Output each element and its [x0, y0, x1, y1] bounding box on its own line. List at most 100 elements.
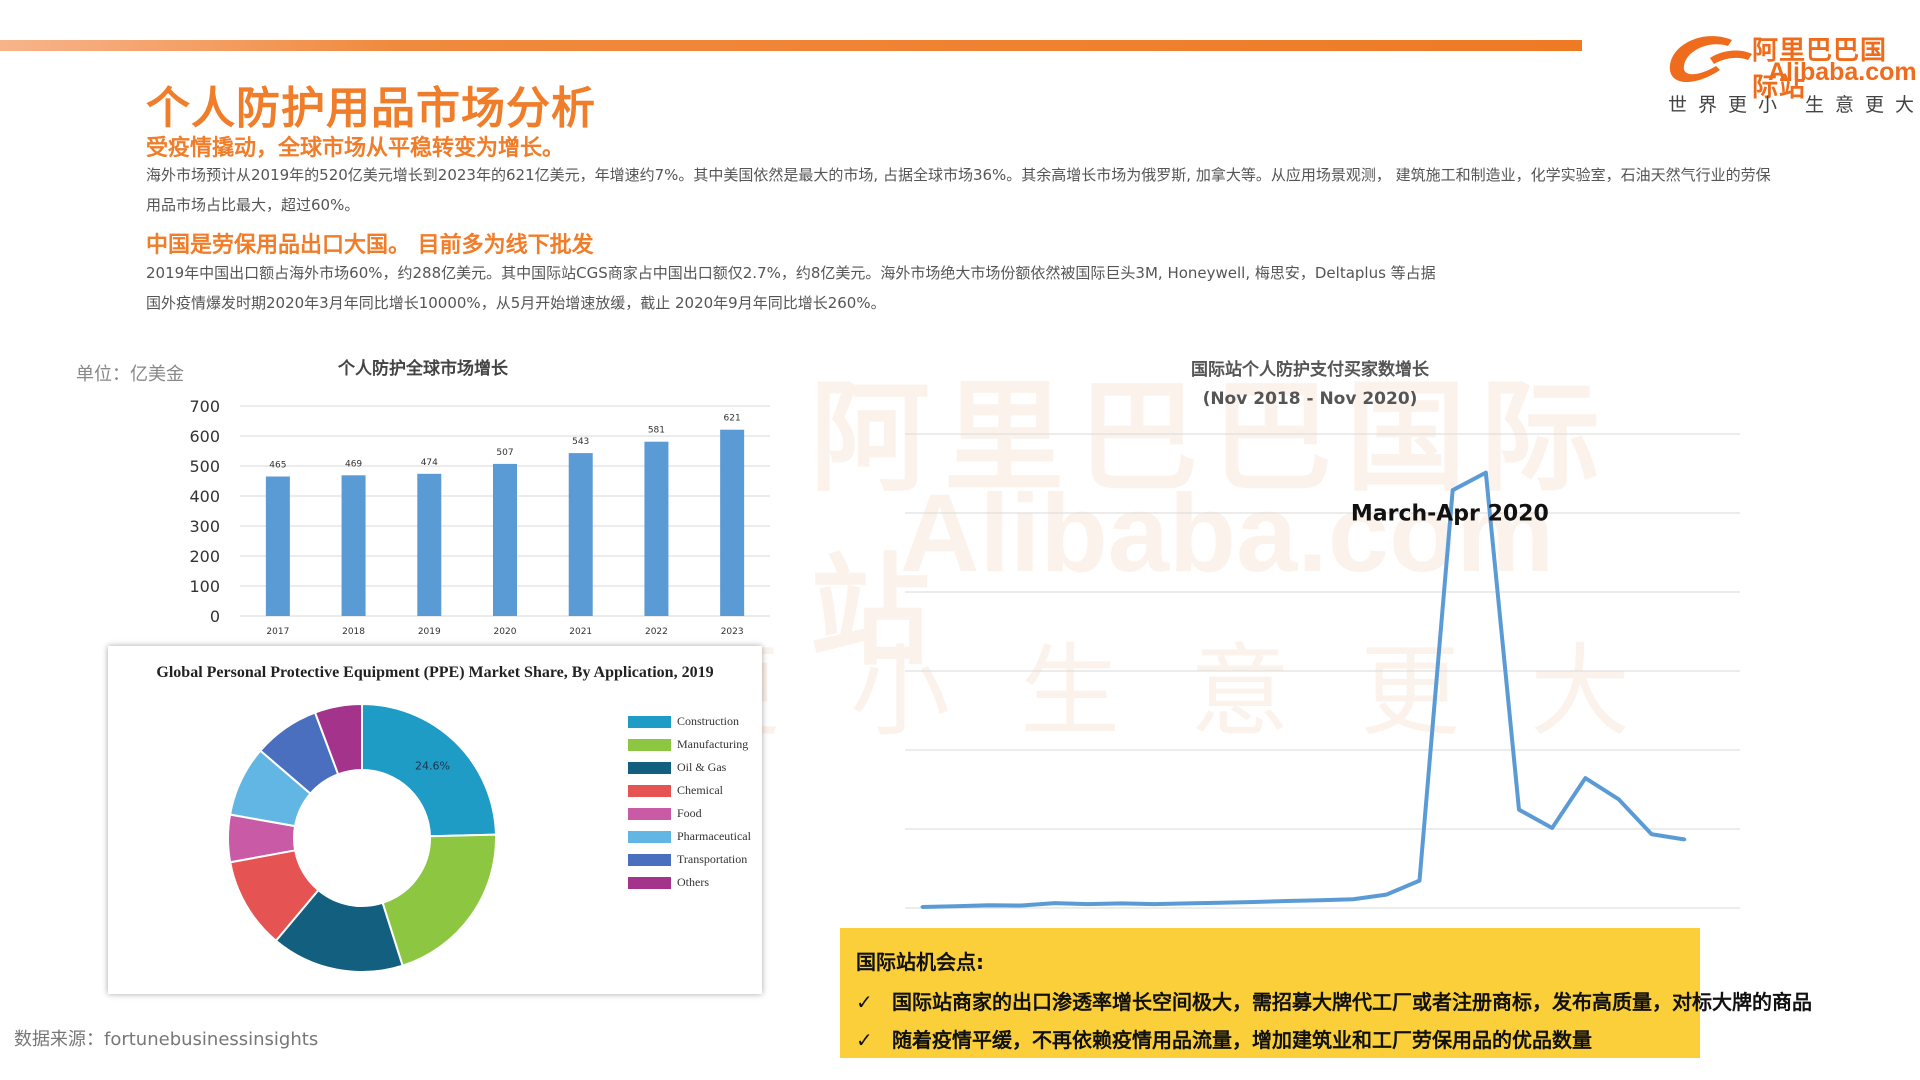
legend-swatch — [628, 876, 671, 889]
line-point — [1484, 471, 1488, 475]
bar-x-tick-label: 2018 — [342, 627, 365, 637]
line-point — [1384, 893, 1388, 897]
bar-chart-title: 个人防护全球市场增长 — [338, 359, 508, 379]
legend-swatch — [628, 784, 671, 797]
opportunity-item: ✓ 随着疫情平缓，不再依赖疫情用品流量，增加建筑业和工厂劳保用品的优品数量 — [856, 1024, 1592, 1053]
bar — [644, 441, 669, 616]
bar — [417, 473, 442, 616]
donut-slice — [381, 833, 497, 967]
bar-data-label: 465 — [269, 461, 286, 471]
legend-label: Food — [677, 806, 702, 820]
line-chart: March-Apr 2020 — [905, 433, 1740, 909]
bar-y-tick-label: 200 — [189, 547, 220, 566]
bar-x-tick-label: 2021 — [569, 627, 592, 637]
legend-item: Chemical — [628, 779, 751, 802]
bar-y-tick-label: 700 — [189, 397, 220, 416]
subhead-market: 受疫情撬动，全球市场从平稳转变为增长。 — [146, 136, 565, 161]
donut-chart: 24.6% — [227, 702, 497, 973]
legend-label: Transportation — [677, 852, 748, 866]
opportunity-box: 国际站机会点: ✓ 国际站商家的出口渗透率增长空间极大，需招募大牌代工厂或者注册商… — [840, 928, 1812, 1058]
legend-swatch — [628, 761, 671, 774]
line-chart-title-line1: 国际站个人防护支付买家数增长 — [1191, 360, 1429, 380]
line-point — [986, 903, 990, 907]
line-point — [1252, 900, 1256, 904]
para-market-line2: 用品市场占比最大，超过60%。 — [146, 196, 360, 214]
line-point — [953, 904, 957, 908]
bar-x-tick-label: 2017 — [266, 627, 289, 637]
opportunity-title: 国际站机会点: — [856, 950, 984, 974]
logo-slogan: 世界更小 生意更大 — [1668, 94, 1920, 116]
line-point — [1683, 838, 1687, 842]
bar — [265, 476, 290, 616]
legend-label: Chemical — [677, 783, 723, 797]
check-icon: ✓ — [856, 990, 873, 1014]
legend-item: Food — [628, 802, 751, 825]
donut-legend: Construction Manufacturing Oil & Gas Chemic… — [628, 710, 751, 894]
bar-y-tick-label: 600 — [189, 427, 220, 446]
line-series — [921, 470, 1686, 909]
donut-slice-label: 24.6% — [415, 760, 450, 773]
subhead-china: 中国是劳保用品出口大国。 目前多为线下批发 — [146, 233, 594, 258]
bar-data-label: 469 — [345, 459, 362, 469]
legend-label: Others — [677, 875, 709, 889]
opportunity-item: ✓ 国际站商家的出口渗透率增长空间极大，需招募大牌代工厂或者注册商标，发布高质量，… — [856, 986, 1812, 1015]
para-china-line1: 2019年中国出口额占海外市场60%，约288亿美元。其中国际站CGS商家占中国… — [146, 264, 1436, 282]
line-point — [1053, 901, 1057, 905]
bar-chart: 0 100 200 300 400 500 600 700 465 2017 469 2018 474 2… — [189, 397, 770, 637]
line-point — [1185, 901, 1189, 905]
legend-swatch — [628, 853, 671, 866]
line-point — [1086, 902, 1090, 906]
line-point — [1650, 832, 1654, 836]
legend-swatch — [628, 715, 671, 728]
bar-y-tick-label: 500 — [189, 457, 220, 476]
legend-label: Pharmaceutical — [677, 829, 751, 843]
opportunity-item-text: 随着疫情平缓，不再依赖疫情用品流量，增加建筑业和工厂劳保用品的优品数量 — [892, 1028, 1592, 1052]
bar-data-label: 543 — [572, 437, 589, 447]
top-accent-bar — [0, 40, 1582, 51]
line-point — [1152, 902, 1156, 906]
opportunity-item-text: 国际站商家的出口渗透率增长空间极大，需招募大牌代工厂或者注册商标，发布高质量，对… — [892, 990, 1812, 1014]
alibaba-logo-icon — [1669, 36, 1752, 82]
logo-en-text: Alibaba.com — [1768, 58, 1917, 86]
line-point — [1583, 776, 1587, 780]
bar-data-label: 621 — [724, 414, 741, 424]
donut-chart-panel: Global Personal Protective Equipment (PP… — [108, 646, 762, 994]
data-source: 数据来源：fortunebusinessinsights — [14, 1029, 319, 1050]
line-point — [1451, 488, 1455, 492]
line-point — [920, 905, 924, 909]
bar-data-label: 507 — [496, 448, 513, 458]
legend-swatch — [628, 830, 671, 843]
bar-x-tick-label: 2020 — [494, 627, 517, 637]
bar-x-tick-label: 2023 — [721, 627, 744, 637]
unit-label: 单位：亿美金 — [76, 364, 184, 385]
legend-label: Manufacturing — [677, 737, 749, 751]
line-point — [1418, 879, 1421, 883]
legend-item: Manufacturing — [628, 733, 751, 756]
legend-item: Construction — [628, 710, 751, 733]
bar-y-tick-label: 100 — [189, 577, 220, 596]
legend-label: Construction — [677, 714, 739, 728]
bar — [493, 463, 517, 616]
legend-swatch — [628, 738, 671, 751]
alibaba-logo: 阿里巴巴国际站 Alibaba.com 世界更小 生意更大 — [1662, 28, 1917, 118]
line-point — [1020, 904, 1023, 908]
bar-data-label: 474 — [421, 458, 438, 468]
bar-y-tick-label: 400 — [189, 487, 220, 506]
legend-swatch — [628, 807, 671, 820]
legend-item: Transportation — [628, 848, 751, 871]
bar-y-tick-label: 0 — [210, 607, 220, 626]
bar-x-tick-label: 2019 — [418, 627, 441, 637]
line-point — [1119, 901, 1123, 905]
bar — [720, 429, 745, 616]
bar-x-tick-label: 2022 — [645, 627, 668, 637]
line-point — [1219, 901, 1222, 905]
line-point — [1318, 898, 1322, 902]
legend-item: Oil & Gas — [628, 756, 751, 779]
legend-label: Oil & Gas — [677, 760, 727, 774]
line-point — [1517, 808, 1521, 812]
bar-data-label: 581 — [648, 426, 665, 436]
line-point — [1351, 897, 1355, 901]
legend-item: Pharmaceutical — [628, 825, 751, 848]
para-market-line1: 海外市场预计从2019年的520亿美元增长到2023年的621亿美元，年增速约7… — [146, 166, 1771, 184]
line-point — [1617, 797, 1620, 801]
